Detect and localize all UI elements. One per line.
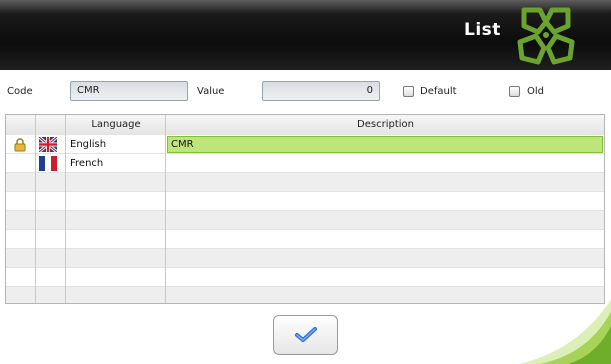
old-label: Old xyxy=(527,86,544,97)
france-flag-icon xyxy=(39,156,57,171)
old-checkbox[interactable] xyxy=(509,86,520,97)
value-label: Value xyxy=(197,86,225,97)
grid-header: Language Description xyxy=(6,115,604,136)
column-header-description[interactable]: Description xyxy=(167,115,604,135)
table-row[interactable] xyxy=(6,268,604,287)
table-row[interactable]: French xyxy=(6,154,604,173)
app-logo-icon xyxy=(517,7,575,65)
checkmark-icon xyxy=(295,327,317,342)
language-grid[interactable]: Language Description English CMR French xyxy=(5,114,605,304)
table-row[interactable]: English CMR xyxy=(6,135,604,154)
code-label: Code xyxy=(7,86,33,97)
table-row[interactable] xyxy=(6,249,604,268)
confirm-button[interactable] xyxy=(273,315,338,355)
default-checkbox[interactable] xyxy=(403,86,414,97)
column-header-language[interactable]: Language xyxy=(66,115,166,135)
description-cell-editing[interactable]: CMR xyxy=(167,136,603,153)
table-row[interactable] xyxy=(6,287,604,303)
column-divider xyxy=(65,115,66,303)
lock-icon xyxy=(14,138,26,152)
default-label: Default xyxy=(420,86,457,97)
window-header: List xyxy=(0,0,611,70)
table-row[interactable] xyxy=(6,211,604,230)
language-cell: French xyxy=(70,158,104,169)
column-divider xyxy=(35,115,36,303)
language-cell: English xyxy=(70,139,107,150)
window-title: List xyxy=(464,20,501,40)
table-row[interactable] xyxy=(6,230,604,249)
uk-flag-icon xyxy=(39,137,57,152)
table-row[interactable] xyxy=(6,173,604,192)
table-row[interactable] xyxy=(6,192,604,211)
value-field[interactable]: 0 xyxy=(262,81,380,101)
corner-swoosh-decoration xyxy=(520,300,611,364)
code-field[interactable]: CMR xyxy=(70,81,188,101)
column-divider xyxy=(165,115,166,303)
